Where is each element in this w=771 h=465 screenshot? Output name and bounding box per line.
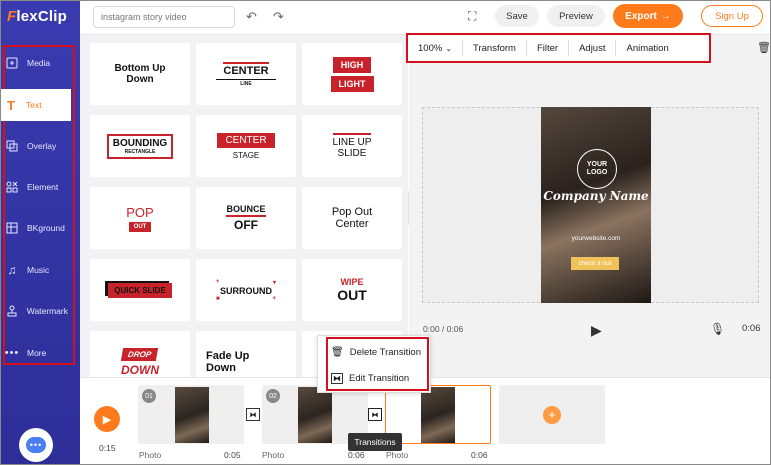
play-icon[interactable]: ▶: [591, 322, 602, 339]
edit-transition-icon: ⧓: [331, 373, 343, 384]
edit-transition-item[interactable]: ⧓ Edit Transition: [331, 373, 409, 384]
sidebar: FlexClip Media T Text Overlay Element BK…: [1, 1, 80, 464]
add-clip-button[interactable]: +: [499, 385, 605, 444]
chat-icon: •••: [26, 437, 46, 453]
zoom-select[interactable]: 100% ⌄: [408, 40, 464, 56]
tab-animation[interactable]: Animation: [616, 40, 678, 56]
timeline-duration: 0:15: [99, 443, 116, 453]
video-preview[interactable]: YOUR LOGO Company Name yourwebsite.com ch…: [541, 107, 651, 303]
clip-thumbnail: [298, 387, 332, 443]
text-style-card[interactable]: DROP DOWN: [90, 331, 190, 377]
website-text: yourwebsite.com: [571, 235, 621, 242]
clip-label: Photo: [386, 450, 409, 460]
text-style-card[interactable]: HIGH LIGHT: [302, 43, 402, 105]
undo-icon[interactable]: ↶: [246, 9, 257, 25]
text-style-card[interactable]: Pop Out Center: [302, 187, 402, 249]
text-style-card[interactable]: QUICK SLIDE: [90, 259, 190, 321]
edit-toolbar: 100% ⌄ Transform Filter Adjust Animation: [406, 33, 711, 63]
sidebar-item-element[interactable]: Element: [2, 171, 68, 203]
trash-icon: 🗑: [331, 347, 344, 358]
clip-number: 02: [266, 389, 280, 403]
chat-button[interactable]: •••: [19, 428, 53, 462]
more-icon: •••: [4, 347, 20, 359]
redo-icon[interactable]: ↷: [273, 9, 284, 25]
text-style-card[interactable]: Fade Up Down: [196, 331, 296, 377]
sidebar-item-background[interactable]: BKground: [2, 212, 68, 244]
text-animation-panel: Bottom Up Down CENTER LINE HIGH LIGHT BO…: [80, 35, 408, 377]
logo-placeholder: YOUR LOGO: [577, 149, 617, 189]
clip-duration: 0:06: [471, 450, 488, 460]
trash-icon[interactable]: 🗑: [757, 41, 770, 54]
sidebar-item-watermark[interactable]: Watermark: [2, 295, 68, 327]
overlay-icon: [5, 139, 19, 153]
fullscreen-icon[interactable]: ⛶: [468, 9, 476, 24]
preview-button[interactable]: Preview: [547, 5, 605, 27]
text-style-card[interactable]: LINE UP SLIDE: [302, 115, 402, 177]
text-icon: T: [7, 97, 15, 113]
tab-filter[interactable]: Filter: [527, 40, 570, 56]
text-style-card[interactable]: + ▾ SURROUND ■ +: [196, 259, 296, 321]
save-button[interactable]: Save: [495, 5, 539, 27]
transitions-tooltip: Transitions: [348, 433, 402, 451]
plus-icon: +: [543, 405, 561, 424]
clip-label: Photo: [139, 450, 162, 460]
delete-transition-item[interactable]: 🗑 Delete Transition: [331, 347, 421, 358]
tab-transform[interactable]: Transform: [463, 40, 527, 56]
text-style-card[interactable]: Bottom Up Down: [90, 43, 190, 105]
transition-icon[interactable]: ⧓: [246, 408, 260, 421]
sidebar-item-text[interactable]: T Text: [1, 89, 71, 121]
element-icon: [5, 180, 19, 194]
clip-thumbnail: [421, 387, 455, 443]
media-icon: [5, 56, 19, 70]
sidebar-item-music[interactable]: ♫ Music: [2, 254, 68, 286]
current-time: 0:00 / 0:06: [423, 324, 464, 334]
chevron-down-icon: ⌄: [445, 43, 453, 53]
sidebar-item-more[interactable]: ••• More: [2, 337, 68, 369]
sidebar-item-overlay[interactable]: Overlay: [2, 130, 68, 162]
text-style-card[interactable]: CENTER STAGE: [196, 115, 296, 177]
app-window: FlexClip Media T Text Overlay Element BK…: [0, 0, 771, 465]
clip-number: 01: [142, 389, 156, 403]
watermark-icon: [5, 304, 19, 318]
project-name-input[interactable]: [93, 6, 235, 28]
export-button[interactable]: Export →: [613, 4, 683, 28]
text-style-card[interactable]: POP OUT: [90, 187, 190, 249]
transition-icon[interactable]: ⧓: [368, 408, 382, 421]
background-icon: [5, 221, 19, 235]
total-time: 0:06: [742, 323, 761, 334]
cta-text: check it out: [571, 257, 619, 270]
flexclip-logo[interactable]: FlexClip: [7, 8, 67, 25]
arrow-right-icon: →: [660, 10, 671, 22]
clip-duration: 0:06: [348, 450, 365, 460]
sidebar-item-media[interactable]: Media: [2, 47, 68, 79]
text-style-card[interactable]: BOUNCE OFF: [196, 187, 296, 249]
text-style-card[interactable]: BOUNDING RECTANGLE: [90, 115, 190, 177]
microphone-icon[interactable]: 🎙: [710, 322, 725, 336]
timeline-play-button[interactable]: ▶: [94, 406, 120, 432]
text-style-card[interactable]: CENTER LINE: [196, 43, 296, 105]
tab-adjust[interactable]: Adjust: [569, 40, 617, 56]
company-name-text: Company Name: [543, 189, 649, 203]
text-style-card[interactable]: WIPE OUT: [302, 259, 402, 321]
clip-thumbnail: [175, 387, 209, 443]
top-bar: ↶ ↷ ⛶ Save Preview Export → Sign Up: [80, 1, 770, 35]
clip-duration: 0:05: [224, 450, 241, 460]
sign-up-button[interactable]: Sign Up: [701, 5, 763, 27]
music-icon: ♫: [7, 263, 17, 277]
clip-label: Photo: [262, 450, 285, 460]
